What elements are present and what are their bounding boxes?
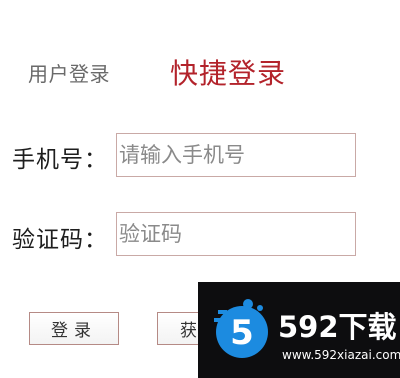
watermark-logo-mark: 5 (230, 313, 254, 353)
phone-label: 手机号： (12, 147, 108, 173)
tab-user-login[interactable]: 用户登录 (28, 58, 110, 87)
code-input[interactable] (116, 212, 356, 256)
code-label: 验证码： (12, 227, 108, 253)
site-watermark: 5 592下载 www.592xiazai.com (198, 282, 400, 378)
phone-input[interactable] (116, 133, 356, 177)
login-button[interactable]: 登录 (29, 312, 119, 345)
watermark-logo-icon: 5 (214, 299, 268, 358)
tab-quick-login[interactable]: 快捷登录 (170, 52, 286, 92)
watermark-title: 592下载 (278, 310, 397, 344)
watermark-url: www.592xiazai.com (282, 348, 400, 362)
